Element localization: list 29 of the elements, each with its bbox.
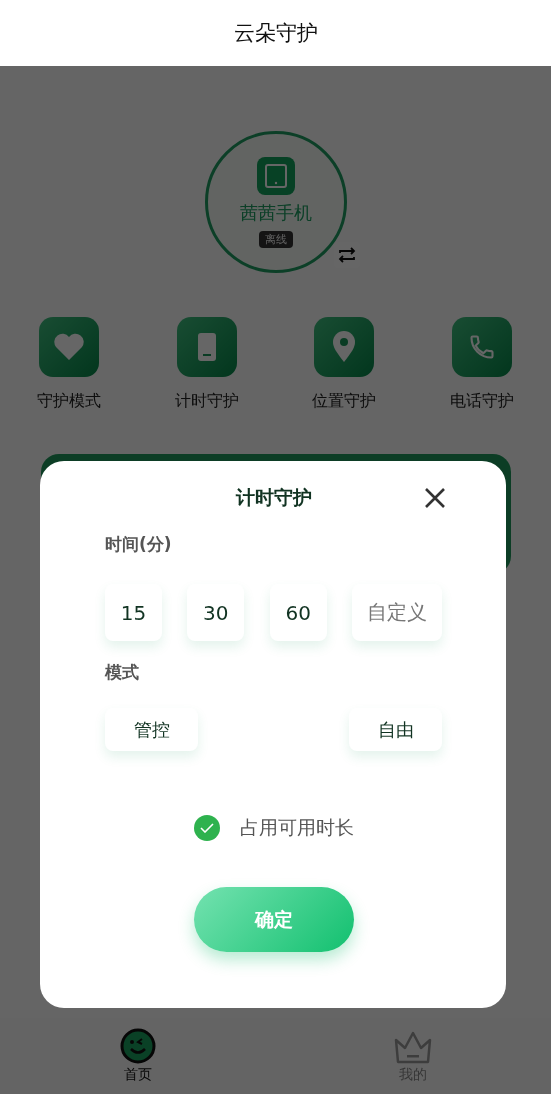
phone-device-icon xyxy=(196,332,217,362)
checkbox[interactable] xyxy=(193,815,220,841)
feature-label: 电话守护 xyxy=(450,391,515,412)
feature-button[interactable] xyxy=(314,317,375,377)
time-option[interactable]: 30 xyxy=(187,584,245,641)
feature-button[interactable] xyxy=(452,317,513,377)
feature-button[interactable] xyxy=(176,317,237,377)
section-label: 时间(分) xyxy=(105,533,172,556)
feature-label: 计时守护 xyxy=(174,391,239,412)
time-option[interactable]: 15 xyxy=(105,584,162,641)
dialog-title: 计时守护 xyxy=(235,485,312,510)
section-label: 模式 xyxy=(105,661,139,684)
mode-option[interactable]: 自由 xyxy=(349,708,442,751)
location-pin-icon xyxy=(332,331,357,363)
feature-button[interactable] xyxy=(38,317,99,377)
tablet-icon xyxy=(256,156,295,195)
app-title: 云朵守护 xyxy=(233,20,318,47)
smiley-icon xyxy=(119,1028,156,1064)
heart-icon xyxy=(52,333,85,361)
checkbox-label: 占用可用时长 xyxy=(239,815,354,840)
feature-label: 守护模式 xyxy=(36,391,101,412)
phone-icon xyxy=(468,333,497,361)
device-name: 茜茜手机 xyxy=(239,200,312,225)
time-option[interactable]: 自定义 xyxy=(352,584,442,641)
mode-option[interactable]: 管控 xyxy=(105,708,198,751)
status-badge: 离线 xyxy=(258,230,293,248)
feature-label: 位置守护 xyxy=(312,391,377,412)
time-option[interactable]: 60 xyxy=(269,584,327,641)
checkmark-icon xyxy=(199,823,214,833)
